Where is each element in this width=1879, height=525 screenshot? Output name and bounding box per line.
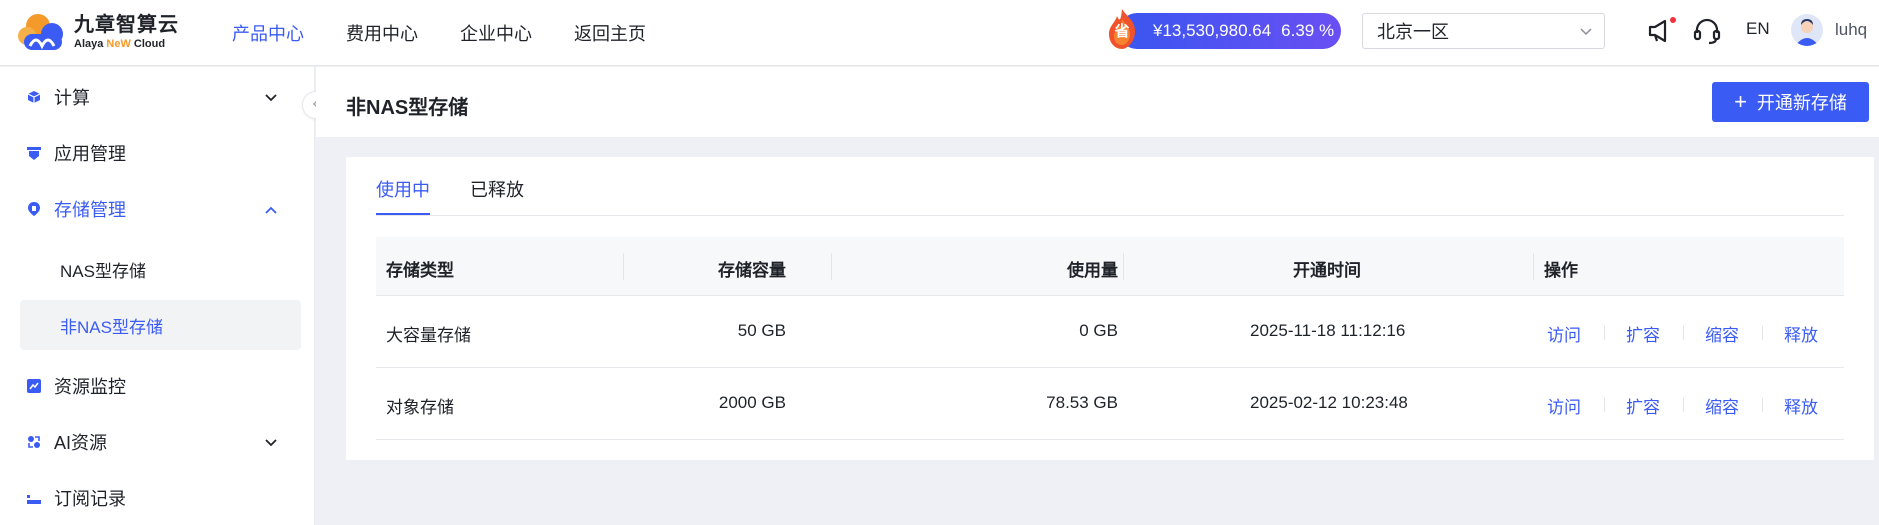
column-header-usage: 使用量 xyxy=(1067,261,1118,280)
storage-icon xyxy=(26,201,42,217)
region-select[interactable]: 北京一区 xyxy=(1362,13,1605,49)
cell-usage: 78.53 GB xyxy=(1046,393,1118,412)
sidebar-item-label: 订阅记录 xyxy=(54,489,126,509)
action-divider xyxy=(1762,398,1763,412)
balance-percent: 6.39 % xyxy=(1281,21,1335,40)
column-divider xyxy=(623,253,624,280)
page-title: 非NAS型存储 xyxy=(346,97,469,119)
chevron-down-icon xyxy=(264,435,278,455)
chevron-down-icon xyxy=(264,90,278,110)
cell-capacity: 50 GB xyxy=(737,321,786,340)
ai-resource-icon xyxy=(26,434,42,450)
brand-logo[interactable]: 九章智算云 Alaya NeW Cloud xyxy=(16,12,206,54)
cell-opened-at: 2025-11-18 11:12:16 xyxy=(1250,321,1406,340)
sidebar-item-label: 存储管理 xyxy=(54,200,126,220)
user-name[interactable]: luhq xyxy=(1835,20,1867,40)
nav-back-home[interactable]: 返回主页 xyxy=(574,20,646,46)
subscription-icon xyxy=(26,490,42,506)
sidebar: 计算 应用管理 存储管理 NAS型存储 非NAS型存储 资源监控 AI资源 订阅… xyxy=(0,67,315,525)
tab-in-use[interactable]: 使用中 xyxy=(376,176,430,202)
expand-link[interactable]: 扩容 xyxy=(1626,321,1660,346)
megaphone-icon[interactable] xyxy=(1646,16,1676,51)
create-storage-button[interactable]: + 开通新存储 xyxy=(1712,82,1869,122)
tab-released[interactable]: 已释放 xyxy=(470,176,524,202)
region-selected-value: 北京一区 xyxy=(1377,22,1449,42)
table-header: 存储类型 存储容量 使用量 开通时间 操作 xyxy=(376,237,1844,296)
column-header-capacity: 存储容量 xyxy=(718,261,786,280)
table-row: 大容量存储 50 GB 0 GB 2025-11-18 11:12:16 访问 … xyxy=(376,296,1844,368)
cube-icon xyxy=(26,89,42,105)
balance-pill: ¥13,530,980.64 6.39 % xyxy=(1119,13,1341,49)
top-header: 九章智算云 Alaya NeW Cloud 产品中心 费用中心 企业中心 返回主… xyxy=(0,0,1879,66)
sidebar-item-subscription-records[interactable]: 订阅记录 xyxy=(0,473,315,523)
release-link[interactable]: 释放 xyxy=(1784,321,1818,346)
sidebar-item-storage-management[interactable]: 存储管理 xyxy=(0,184,315,234)
table-row: 对象存储 2000 GB 78.53 GB 2025-02-12 10:23:4… xyxy=(376,368,1844,440)
user-avatar[interactable] xyxy=(1791,14,1823,46)
sidebar-item-label: 资源监控 xyxy=(54,377,126,397)
top-nav: 产品中心 费用中心 企业中心 返回主页 xyxy=(232,20,688,46)
cell-capacity: 2000 GB xyxy=(718,393,786,412)
action-divider xyxy=(1683,398,1684,412)
action-divider xyxy=(1683,326,1684,340)
chevron-down-icon xyxy=(1578,23,1594,44)
balance-amount: ¥13,530,980.64 xyxy=(1153,21,1272,40)
storage-list-card: 使用中 已释放 存储类型 存储容量 使用量 开通时间 操作 大容量存储 50 G… xyxy=(346,157,1874,460)
cell-storage-type: 对象存储 xyxy=(386,398,454,417)
sidebar-subitem-label: 非NAS型存储 xyxy=(60,317,163,337)
cell-storage-type: 大容量存储 xyxy=(386,326,471,345)
sidebar-item-label: 应用管理 xyxy=(54,144,126,164)
column-header-opened-at: 开通时间 xyxy=(1293,261,1361,280)
nav-product-center[interactable]: 产品中心 xyxy=(232,20,304,46)
save-badge-label: 省 xyxy=(1114,23,1130,40)
shrink-link[interactable]: 缩容 xyxy=(1705,393,1739,418)
sidebar-item-label: 计算 xyxy=(54,88,90,108)
app-icon xyxy=(26,145,42,161)
brand-name-en: Alaya NeW Cloud xyxy=(74,38,166,50)
storage-table: 存储类型 存储容量 使用量 开通时间 操作 大容量存储 50 GB 0 GB 2… xyxy=(376,237,1844,440)
action-divider xyxy=(1604,326,1605,340)
column-header-type: 存储类型 xyxy=(386,261,454,280)
action-divider xyxy=(1604,398,1605,412)
sidebar-item-app-management[interactable]: 应用管理 xyxy=(0,128,315,178)
column-divider xyxy=(831,253,832,280)
sidebar-item-resource-monitor[interactable]: 资源监控 xyxy=(0,361,315,411)
release-link[interactable]: 释放 xyxy=(1784,393,1818,418)
cloud-logo-icon xyxy=(16,12,68,54)
brand-name-cn: 九章智算云 xyxy=(74,14,179,36)
nav-billing-center[interactable]: 费用中心 xyxy=(346,20,418,46)
page-header: 非NAS型存储 + 开通新存储 xyxy=(316,67,1879,137)
column-divider xyxy=(1533,253,1534,280)
plus-icon: + xyxy=(1734,89,1747,114)
column-header-actions: 操作 xyxy=(1544,261,1578,280)
access-link[interactable]: 访问 xyxy=(1547,321,1581,346)
storage-tabs: 使用中 已释放 xyxy=(376,157,1844,216)
create-storage-label: 开通新存储 xyxy=(1756,93,1847,113)
column-divider xyxy=(1123,253,1124,280)
nav-enterprise-center[interactable]: 企业中心 xyxy=(460,20,532,46)
chevron-up-icon xyxy=(264,202,278,222)
cell-opened-at: 2025-02-12 10:23:48 xyxy=(1250,393,1408,412)
sidebar-subitem-non-nas-storage[interactable]: 非NAS型存储 xyxy=(20,300,301,350)
action-divider xyxy=(1762,326,1763,340)
sidebar-subitem-nas-storage[interactable]: NAS型存储 xyxy=(20,244,301,294)
sidebar-item-compute[interactable]: 计算 xyxy=(0,72,315,122)
access-link[interactable]: 访问 xyxy=(1547,393,1581,418)
headset-icon[interactable] xyxy=(1692,16,1722,51)
sidebar-item-ai-resources[interactable]: AI资源 xyxy=(0,417,315,467)
expand-link[interactable]: 扩容 xyxy=(1626,393,1660,418)
balance-widget[interactable]: ¥13,530,980.64 6.39 % 省 xyxy=(1105,9,1341,49)
tab-active-indicator xyxy=(376,213,430,215)
save-flame-icon: 省 xyxy=(1105,7,1139,49)
sidebar-subitem-label: NAS型存储 xyxy=(60,261,146,281)
monitor-icon xyxy=(26,378,42,394)
shrink-link[interactable]: 缩容 xyxy=(1705,321,1739,346)
sidebar-item-label: AI资源 xyxy=(54,433,108,453)
cell-usage: 0 GB xyxy=(1079,321,1118,340)
language-switch[interactable]: EN xyxy=(1746,19,1770,39)
